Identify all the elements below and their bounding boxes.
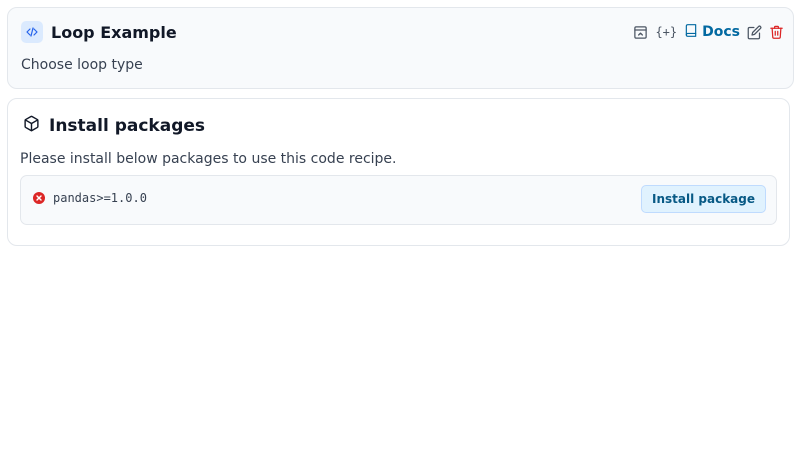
pencil-icon[interactable] (747, 22, 762, 42)
install-packages-card: Install packages Please install below pa… (7, 98, 790, 246)
book-icon (684, 23, 698, 42)
recipe-toolbar: {+} Docs (633, 22, 784, 42)
recipe-header-card: Loop Example Choose loop type {+} Docs (7, 7, 794, 89)
error-circle-icon (33, 192, 45, 204)
recipe-title-row: Loop Example (21, 21, 177, 43)
install-description: Please install below packages to use thi… (20, 151, 397, 167)
install-title: Install packages (49, 115, 206, 136)
package-icon (23, 115, 40, 136)
recipe-subtitle: Choose loop type (21, 57, 143, 73)
docs-link[interactable]: Docs (684, 23, 740, 42)
docs-label: Docs (702, 24, 740, 40)
recipe-title: Loop Example (51, 22, 177, 42)
install-title-row: Install packages (23, 115, 205, 136)
variables-icon[interactable]: {+} (655, 22, 677, 42)
code-icon (21, 21, 43, 43)
window-icon[interactable] (633, 22, 648, 42)
package-name: pandas>=1.0.0 (53, 191, 147, 205)
package-row: pandas>=1.0.0 Install package (20, 175, 777, 225)
install-package-button[interactable]: Install package (641, 185, 766, 213)
trash-icon[interactable] (769, 22, 784, 42)
